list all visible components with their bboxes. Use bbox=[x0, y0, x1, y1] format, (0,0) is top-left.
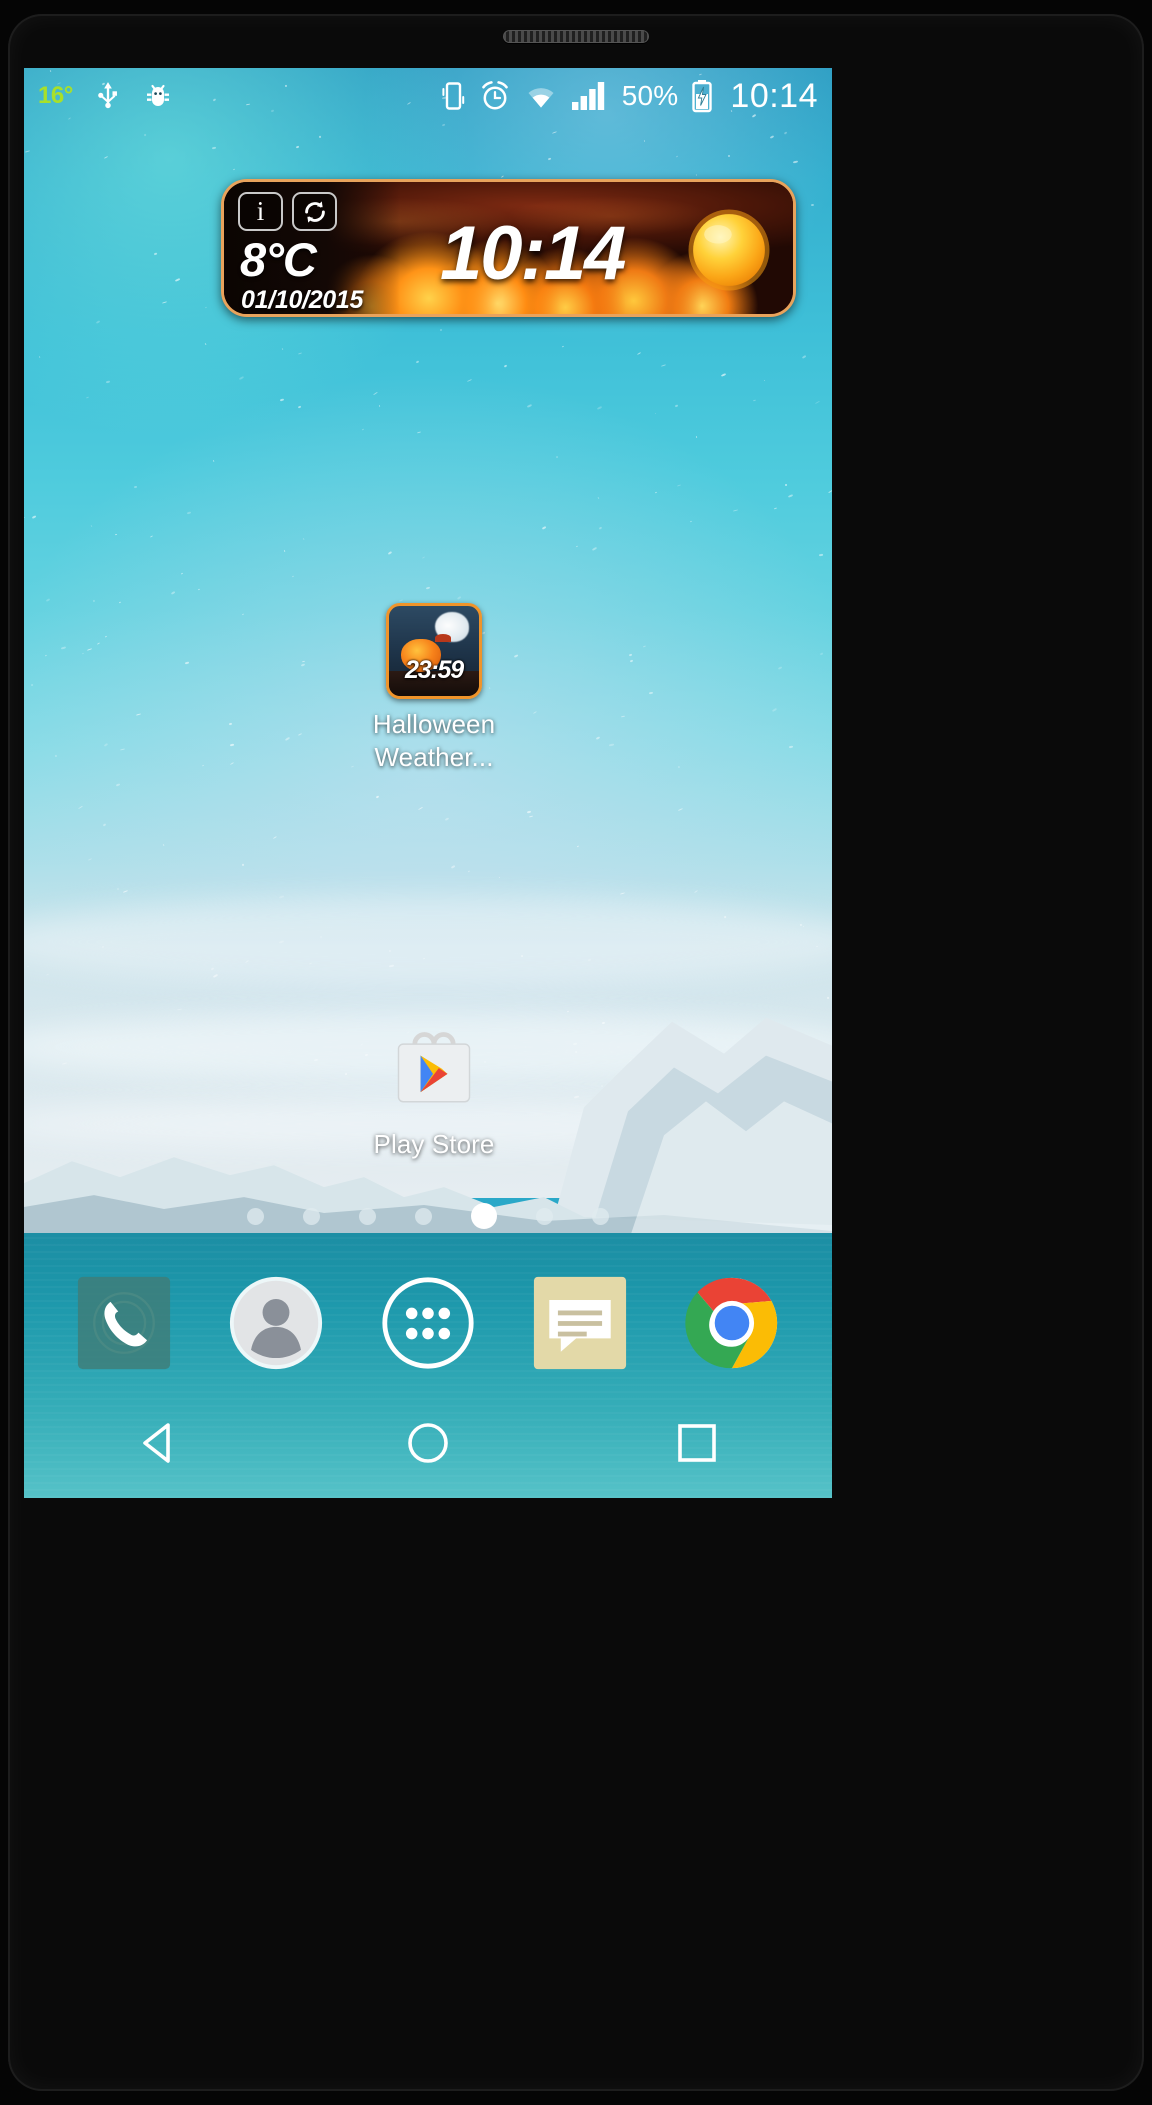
dock bbox=[24, 1258, 832, 1388]
dock-item-messaging[interactable] bbox=[532, 1275, 628, 1371]
info-icon: i bbox=[256, 196, 265, 226]
status-bar: 16° 50% 10:14 bbox=[24, 68, 832, 124]
dock-item-contacts[interactable] bbox=[228, 1275, 324, 1371]
app-icon-halloween-weather[interactable]: 23:59 Halloween Weather... bbox=[334, 603, 534, 774]
page-indicator bbox=[24, 1203, 832, 1229]
widget-refresh-button[interactable] bbox=[292, 192, 337, 231]
page-dot-active[interactable] bbox=[471, 1203, 497, 1229]
usb-icon bbox=[97, 82, 117, 109]
page-dot[interactable] bbox=[592, 1207, 609, 1225]
status-temperature: 16° bbox=[38, 82, 73, 109]
halloween-weather-icon: 23:59 bbox=[386, 603, 482, 699]
alarm-icon bbox=[481, 81, 508, 110]
widget-buttons: i bbox=[238, 192, 337, 231]
widget-temperature: 8°C bbox=[240, 233, 317, 286]
phone-screen: 16° 50% 10:14 i 8°C 01/10/2015 10:14 23:… bbox=[24, 68, 832, 1498]
sun-icon bbox=[688, 209, 770, 291]
play-store-icon bbox=[386, 1023, 482, 1119]
page-dot[interactable] bbox=[536, 1207, 553, 1225]
device-frame: 16° 50% 10:14 i 8°C 01/10/2015 10:14 23:… bbox=[0, 0, 1152, 2105]
navigation-bar bbox=[24, 1388, 832, 1498]
signal-icon bbox=[571, 82, 604, 110]
app-label-halloween-weather: Halloween Weather... bbox=[372, 709, 496, 772]
page-dot[interactable] bbox=[415, 1207, 432, 1225]
nav-home-button[interactable] bbox=[380, 1408, 476, 1478]
widget-time: 10:14 bbox=[440, 211, 626, 296]
status-clock: 10:14 bbox=[730, 76, 818, 115]
battery-percent: 50% bbox=[621, 80, 679, 111]
app-icon-play-store[interactable]: Play Store bbox=[334, 1023, 534, 1161]
nav-back-button[interactable] bbox=[111, 1408, 207, 1478]
back-triangle-icon bbox=[142, 1423, 170, 1463]
widget-date: 01/10/2015 bbox=[241, 286, 364, 314]
nav-recents-button[interactable] bbox=[649, 1408, 745, 1478]
recents-square-icon bbox=[678, 1424, 717, 1462]
page-dot[interactable] bbox=[303, 1207, 320, 1225]
widget-info-button[interactable]: i bbox=[238, 192, 283, 231]
vibrate-icon bbox=[442, 82, 464, 110]
dock-item-chrome[interactable] bbox=[684, 1275, 780, 1371]
app-label-play-store: Play Store bbox=[373, 1129, 495, 1159]
earpiece-speaker bbox=[503, 30, 649, 43]
home-circle-icon bbox=[408, 1423, 448, 1463]
icon-bat bbox=[435, 634, 451, 642]
refresh-icon bbox=[304, 200, 325, 223]
wifi-icon bbox=[528, 88, 554, 108]
halloween-weather-widget[interactable]: i 8°C 01/10/2015 10:14 bbox=[221, 179, 796, 317]
page-dot[interactable] bbox=[359, 1207, 376, 1225]
debug-bug-icon bbox=[146, 84, 169, 106]
status-bar-left: 16° bbox=[38, 80, 173, 112]
icon-clock-text: 23:59 bbox=[405, 656, 464, 684]
status-bar-right: 50% 10:14 bbox=[440, 77, 818, 116]
dock-item-phone[interactable] bbox=[76, 1275, 172, 1371]
battery-charging-icon bbox=[692, 80, 713, 113]
page-dot[interactable] bbox=[247, 1207, 264, 1225]
dock-item-app-drawer[interactable] bbox=[380, 1275, 476, 1371]
